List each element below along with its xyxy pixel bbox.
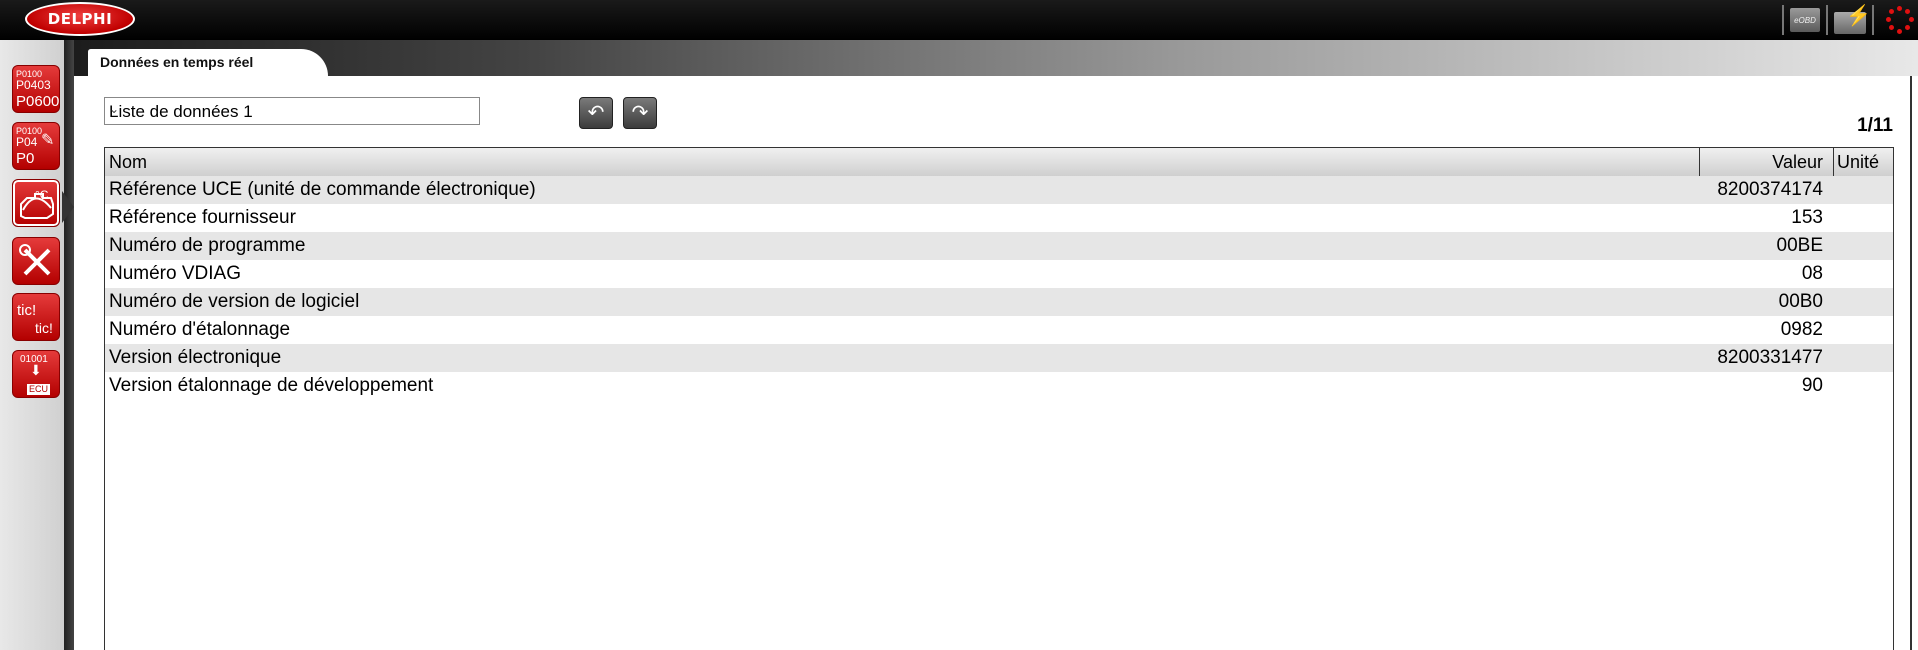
- parameter-value: 8200374174: [1717, 179, 1823, 200]
- parameter-name: Numéro VDIAG: [109, 263, 241, 284]
- parameter-name: Référence UCE (unité de commande électro…: [109, 179, 536, 200]
- ecu-programming-button[interactable]: 01001 ⬇ ECU: [12, 350, 60, 398]
- tab-strip: [74, 40, 1918, 76]
- dtc-code-2: P0403: [16, 78, 51, 92]
- dtc-code-3: P0600: [16, 93, 60, 110]
- active-indicator-arrow: [62, 191, 74, 223]
- data-list-select[interactable]: Liste de données 1 ⌄: [104, 97, 480, 125]
- tools-icon: [19, 244, 51, 276]
- column-header-unit[interactable]: Unité: [1833, 148, 1893, 176]
- sidebar-divider: [64, 40, 74, 650]
- parameter-value: 8200331477: [1717, 347, 1823, 368]
- tic-label-1: tic!: [17, 302, 37, 319]
- column-header-value[interactable]: Valeur: [1699, 148, 1827, 176]
- arrow-left-icon: ↶: [587, 102, 605, 124]
- dtc-code-2: P04: [16, 135, 38, 149]
- table-header: Nom Valeur Unité: [105, 148, 1893, 177]
- arrow-right-icon: ↷: [631, 102, 649, 124]
- tic-label-2: tic!: [35, 320, 53, 336]
- parameter-name: Version électronique: [109, 347, 282, 368]
- eobd-icon[interactable]: eOBD: [1790, 8, 1820, 32]
- parameter-value: 00B0: [1778, 291, 1823, 312]
- service-tools-button[interactable]: [12, 237, 60, 285]
- table-row[interactable]: Numéro de version de logiciel 00B0: [105, 288, 1893, 316]
- parameter-name: Numéro de programme: [109, 235, 306, 256]
- live-data-button[interactable]: °C: [12, 179, 60, 227]
- clear-dtc-button[interactable]: P0100 P04 P0 ✎: [12, 122, 60, 170]
- table-row[interactable]: Version électronique 8200331477: [105, 344, 1893, 372]
- delphi-logo: DELPHI: [25, 2, 135, 36]
- logo-text: DELPHI: [47, 10, 113, 28]
- parameter-value: 0982: [1780, 319, 1823, 340]
- parameter-value: 00BE: [1776, 235, 1823, 256]
- chevron-down-icon: ⌄: [109, 102, 120, 116]
- actuator-test-button[interactable]: tic! tic!: [12, 293, 60, 341]
- dtc-code-3: P0: [16, 150, 35, 167]
- parameter-name: Référence fournisseur: [109, 207, 296, 228]
- parameter-name: Numéro d'étalonnage: [109, 319, 291, 340]
- battery-charge-icon[interactable]: ⚡: [1834, 6, 1871, 34]
- table-row[interactable]: Numéro d'étalonnage 0982: [105, 316, 1893, 344]
- parameter-value: 153: [1791, 207, 1823, 228]
- status-icons: eOBD ⚡: [1776, 0, 1918, 40]
- table-row[interactable]: Numéro de programme 00BE: [105, 232, 1893, 260]
- parameter-value: 90: [1801, 375, 1823, 396]
- eraser-icon: ✎: [41, 132, 55, 149]
- divider: [1826, 5, 1828, 35]
- page-indicator: 1/11: [1857, 115, 1893, 136]
- column-header-name[interactable]: Nom: [109, 148, 147, 176]
- download-arrow-icon: ⬇: [30, 362, 42, 378]
- parameter-name: Version étalonnage de développement: [109, 375, 434, 396]
- table-row[interactable]: Référence fournisseur 153: [105, 204, 1893, 232]
- read-dtc-button[interactable]: P0100 P0403 P0600: [12, 65, 60, 113]
- table-row[interactable]: Référence UCE (unité de commande électro…: [105, 176, 1893, 204]
- loading-spinner-icon: [1886, 6, 1914, 34]
- table-row[interactable]: Version étalonnage de développement 90: [105, 372, 1893, 400]
- tab-live-data[interactable]: Données en temps réel: [88, 49, 328, 76]
- live-data-table: Nom Valeur Unité Référence UCE (unité de…: [104, 147, 1894, 650]
- ecu-chip-label: ECU: [27, 384, 51, 395]
- celsius-label: °C: [35, 188, 49, 202]
- previous-page-button[interactable]: ↶: [579, 97, 613, 129]
- next-page-button[interactable]: ↷: [623, 97, 657, 129]
- top-bar: DELPHI eOBD ⚡: [0, 0, 1918, 40]
- divider: [1782, 5, 1784, 35]
- parameter-value: 08: [1801, 263, 1823, 284]
- tab-label: Données en temps réel: [100, 54, 254, 70]
- parameter-name: Numéro de version de logiciel: [109, 291, 360, 312]
- table-row[interactable]: Numéro VDIAG 08: [105, 260, 1893, 288]
- divider: [1872, 5, 1874, 35]
